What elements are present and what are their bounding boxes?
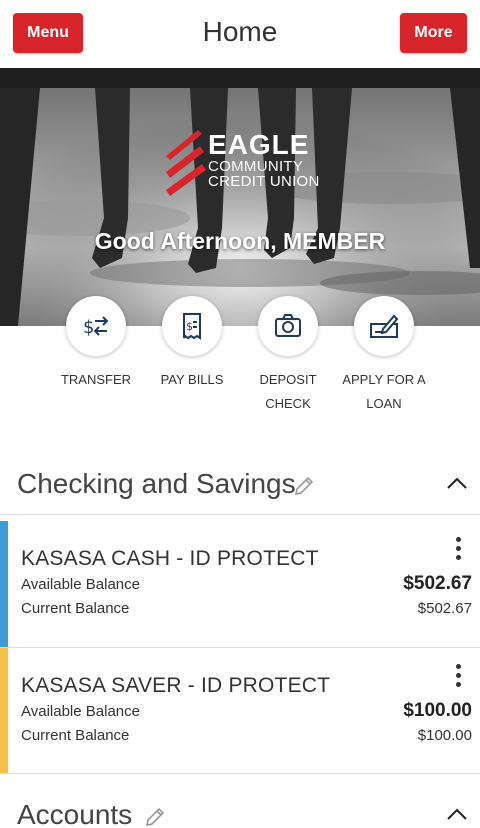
logo-cu-text: CREDIT UNION xyxy=(208,173,320,190)
current-balance-label: Current Balance xyxy=(21,727,130,744)
check-sign-icon xyxy=(370,314,399,338)
app-header: Menu Home More xyxy=(0,0,480,68)
kebab-menu-icon[interactable] xyxy=(446,664,470,694)
hero-photo xyxy=(0,68,480,326)
account-color-stripe xyxy=(0,521,8,647)
svg-text:$: $ xyxy=(83,317,94,338)
camera-icon xyxy=(275,314,301,337)
account-name: KASASA CASH - ID PROTECT xyxy=(21,547,319,570)
hero-banner: EAGLE COMMUNITY CREDIT UNION Good Aftern… xyxy=(0,68,480,326)
chevron-up-icon[interactable] xyxy=(446,476,468,490)
kebab-menu-icon[interactable] xyxy=(446,537,470,567)
checking-savings-header[interactable]: Checking and Savings xyxy=(0,462,480,510)
account-color-stripe xyxy=(0,648,8,774)
deposit-check-action[interactable]: DEPOSIT CHECK xyxy=(233,296,343,416)
available-balance-label: Available Balance xyxy=(21,703,140,720)
section-title: Accounts xyxy=(17,799,133,828)
accounts-header[interactable]: Accounts xyxy=(0,793,480,828)
page-title: Home xyxy=(202,16,278,47)
current-balance-value: $502.67 xyxy=(417,600,472,617)
apply-loan-button[interactable] xyxy=(354,296,414,356)
section-title: Checking and Savings xyxy=(17,468,296,499)
menu-button[interactable]: Menu xyxy=(13,13,83,53)
logo-eagle-text: EAGLE xyxy=(208,129,310,160)
more-button[interactable]: More xyxy=(400,13,467,53)
greeting-text: Good Afternoon, MEMBER xyxy=(94,228,386,254)
available-balance-value: $100.00 xyxy=(403,700,472,721)
logo-community-text: COMMUNITY xyxy=(208,158,304,175)
brand-logo: EAGLE COMMUNITY CREDIT UNION xyxy=(208,129,320,190)
available-balance-label: Available Balance xyxy=(21,576,140,593)
transfer-button[interactable]: $ xyxy=(66,296,126,356)
edit-pencil-icon[interactable] xyxy=(292,474,316,498)
pay-bills-button[interactable]: $ xyxy=(162,296,222,356)
apply-loan-label: APPLY FOR A LOAN xyxy=(342,372,426,411)
apply-loan-action[interactable]: APPLY FOR A LOAN xyxy=(329,296,439,416)
quick-actions: $ TRANSFER $ PAY BILLS DEPOSIT CHECK APP… xyxy=(0,296,480,436)
divider xyxy=(0,514,480,515)
transfer-icon: $ xyxy=(83,316,109,338)
transfer-action[interactable]: $ TRANSFER xyxy=(41,296,151,392)
account-card[interactable]: KASASA CASH - ID PROTECT Available Balan… xyxy=(0,521,480,647)
pay-bills-label: PAY BILLS xyxy=(160,372,224,387)
current-balance-value: $100.00 xyxy=(417,727,472,744)
current-balance-label: Current Balance xyxy=(21,600,130,617)
svg-text:$: $ xyxy=(186,320,193,333)
transfer-label: TRANSFER xyxy=(60,372,132,387)
pay-bills-action[interactable]: $ PAY BILLS xyxy=(137,296,247,392)
available-balance-value: $502.67 xyxy=(403,573,472,594)
account-card[interactable]: KASASA SAVER - ID PROTECT Available Bala… xyxy=(0,648,480,774)
deposit-check-label: DEPOSIT CHECK xyxy=(259,372,317,411)
account-name: KASASA SAVER - ID PROTECT xyxy=(21,674,331,697)
bill-icon: $ xyxy=(183,313,201,340)
deposit-check-button[interactable] xyxy=(258,296,318,356)
chevron-up-icon[interactable] xyxy=(446,807,468,821)
edit-pencil-icon[interactable] xyxy=(143,805,167,828)
divider xyxy=(0,773,480,774)
